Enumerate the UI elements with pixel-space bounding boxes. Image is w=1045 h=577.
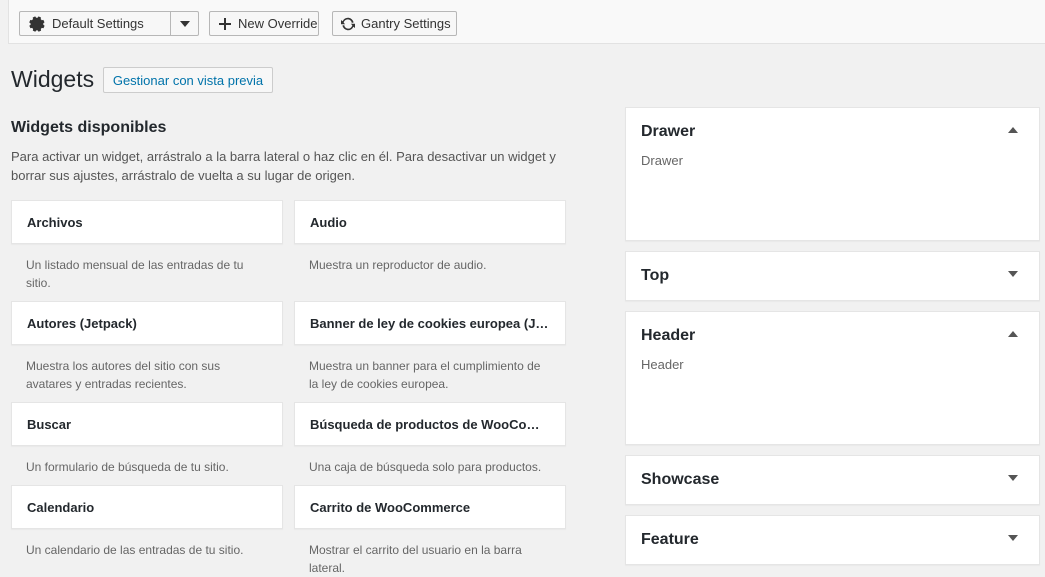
widget-buscar[interactable]: Buscar	[11, 402, 283, 446]
chevron-down-icon[interactable]	[170, 12, 198, 35]
widget-woocommerce-product-search[interactable]: Búsqueda de productos de WooComm...	[294, 402, 566, 446]
refresh-icon	[339, 15, 357, 33]
widget-autores-jetpack[interactable]: Autores (Jetpack)	[11, 301, 283, 345]
widget-description: Muestra un banner para el cumplimiento d…	[309, 359, 541, 391]
widget-title: Búsqueda de productos de WooComm...	[310, 416, 550, 432]
widget-calendario[interactable]: Calendario	[11, 485, 283, 529]
gantry-toolbar: Default Settings New Override Gantry Set…	[8, 0, 1045, 44]
widget-title: Calendario	[27, 499, 95, 515]
widget-description: Muestra los autores del sitio con sus av…	[26, 359, 221, 391]
outline-select[interactable]: Default Settings	[19, 11, 199, 36]
sidebar-description: Header	[641, 357, 684, 372]
sidebar-showcase[interactable]: Showcase	[625, 455, 1040, 505]
chevron-down-icon[interactable]	[1007, 532, 1019, 544]
sidebar-title: Drawer	[641, 123, 696, 140]
sidebar-top[interactable]: Top	[625, 251, 1040, 301]
sidebar-title: Feature	[641, 531, 699, 548]
widget-title: Autores (Jetpack)	[27, 315, 137, 331]
chevron-up-icon[interactable]	[1007, 328, 1019, 340]
widget-title: Audio	[310, 214, 347, 230]
chevron-up-icon[interactable]	[1007, 124, 1019, 136]
widget-cookies-banner[interactable]: Banner de ley de cookies europea (Jet...	[294, 301, 566, 345]
available-widgets-title: Widgets disponibles	[11, 119, 167, 136]
sidebar-description: Drawer	[641, 153, 683, 168]
chevron-down-icon[interactable]	[1007, 472, 1019, 484]
sidebar-feature[interactable]: Feature	[625, 515, 1040, 565]
widget-description: Una caja de búsqueda solo para productos…	[309, 460, 542, 474]
sidebar-header[interactable]: Header Header	[625, 311, 1040, 445]
widget-description: Muestra un reproductor de audio.	[309, 258, 487, 272]
widget-description: Un formulario de búsqueda de tu sitio.	[26, 460, 229, 474]
manage-with-preview-button[interactable]: Gestionar con vista previa	[103, 67, 273, 93]
outline-select-label: Default Settings	[52, 16, 144, 31]
gantry-settings-label: Gantry Settings	[361, 16, 451, 31]
widget-description: Un listado mensual de las entradas de tu…	[26, 258, 244, 290]
plus-icon	[216, 15, 234, 33]
gantry-settings-button[interactable]: Gantry Settings	[332, 11, 457, 36]
sidebar-title: Showcase	[641, 471, 720, 488]
gear-icon	[28, 15, 46, 33]
widget-audio[interactable]: Audio	[294, 200, 566, 244]
sidebar-drawer[interactable]: Drawer Drawer	[625, 107, 1040, 241]
new-override-label: New Override	[238, 16, 318, 31]
sidebar-title: Top	[641, 267, 670, 284]
widget-description: Un calendario de las entradas de tu siti…	[26, 543, 244, 557]
page-title: Widgets	[11, 66, 95, 92]
new-override-button[interactable]: New Override	[209, 11, 319, 36]
widget-title: Archivos	[27, 214, 83, 230]
widget-archivos[interactable]: Archivos	[11, 200, 283, 244]
chevron-down-icon[interactable]	[1007, 268, 1019, 280]
widget-title: Carrito de WooCommerce	[310, 499, 471, 515]
sidebar-title: Header	[641, 327, 696, 344]
widget-woocommerce-cart[interactable]: Carrito de WooCommerce	[294, 485, 566, 529]
available-widgets-description: Para activar un widget, arrástralo a la …	[11, 149, 556, 183]
widget-title: Banner de ley de cookies europea (Jet...	[310, 315, 550, 331]
widget-title: Buscar	[27, 416, 72, 432]
